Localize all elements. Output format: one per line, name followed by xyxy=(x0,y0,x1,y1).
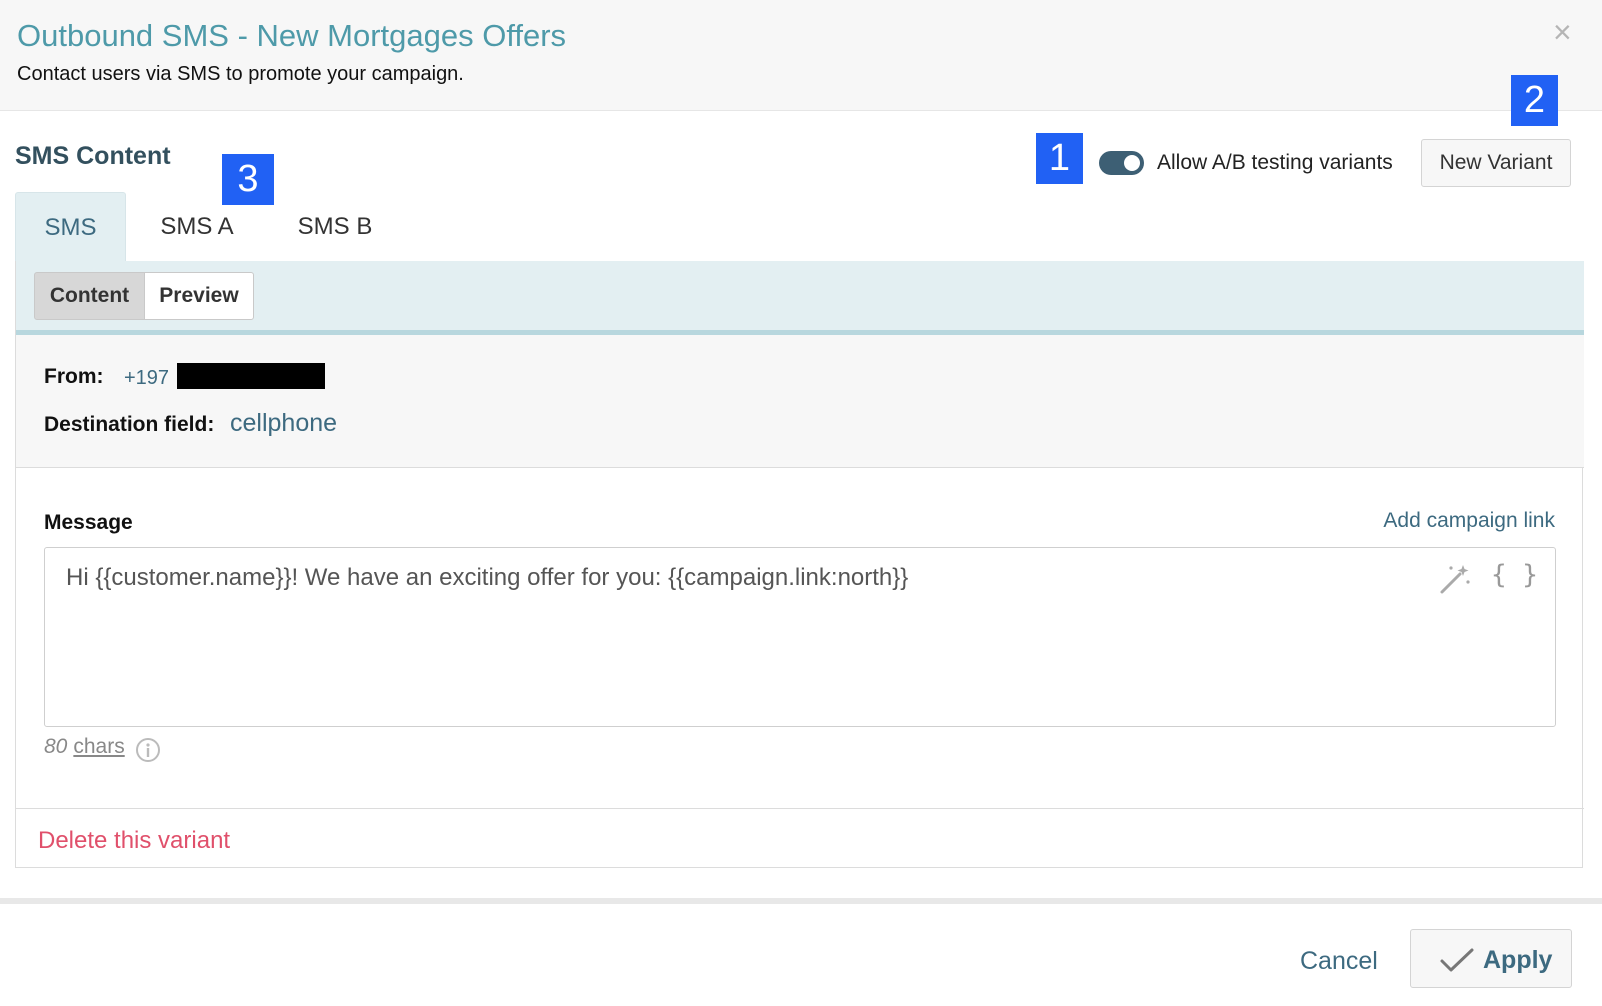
apply-button[interactable]: Apply xyxy=(1410,929,1572,988)
tab-sms[interactable]: SMS xyxy=(15,192,126,262)
close-icon[interactable]: × xyxy=(1553,16,1572,48)
section-title: SMS Content xyxy=(15,142,171,170)
info-icon[interactable] xyxy=(135,737,161,763)
dialog-subtitle: Contact users via SMS to promote your ca… xyxy=(17,63,464,85)
sender-info: From: +197 Destination field: cellphone xyxy=(16,335,1584,468)
destination-value[interactable]: cellphone xyxy=(230,409,337,438)
redaction-box xyxy=(177,363,325,389)
dialog-title: Outbound SMS - New Mortgages Offers xyxy=(17,18,567,53)
from-value: +197 xyxy=(124,367,170,389)
tab-sms-b[interactable]: SMS B xyxy=(280,192,390,262)
cancel-button[interactable]: Cancel xyxy=(1300,947,1378,976)
annotation-badge-2: 2 xyxy=(1511,75,1558,126)
ab-testing-toggle[interactable] xyxy=(1099,151,1144,175)
braces-icon[interactable]: { } xyxy=(1491,560,1538,590)
toggle-knob xyxy=(1124,155,1140,171)
destination-label: Destination field: xyxy=(44,413,215,436)
delete-row: Delete this variant xyxy=(16,808,1584,868)
magic-wand-icon[interactable] xyxy=(1438,562,1472,596)
char-counter: 80 chars xyxy=(44,735,125,759)
message-textarea[interactable]: Hi {{customer.name}}! We have an excitin… xyxy=(44,547,1556,727)
add-campaign-link[interactable]: Add campaign link xyxy=(1383,509,1555,533)
message-text: Hi {{customer.name}}! We have an excitin… xyxy=(66,564,909,591)
new-variant-button[interactable]: New Variant xyxy=(1421,139,1571,187)
footer-divider xyxy=(0,898,1602,904)
check-icon xyxy=(1440,948,1474,972)
ab-testing-label: Allow A/B testing variants xyxy=(1157,151,1393,174)
preview-mode-button[interactable]: Preview xyxy=(144,272,254,320)
char-count: 80 xyxy=(44,735,68,758)
apply-label: Apply xyxy=(1483,946,1553,974)
char-unit: chars xyxy=(73,735,125,758)
annotation-badge-1: 1 xyxy=(1036,133,1083,184)
variant-panel: Content Preview From: +197 Destination f… xyxy=(15,261,1584,868)
content-mode-button[interactable]: Content xyxy=(34,272,145,320)
dialog-header: Outbound SMS - New Mortgages Offers Cont… xyxy=(0,0,1602,111)
message-label: Message xyxy=(44,511,133,534)
editor-toolbar: Content Preview xyxy=(16,261,1584,335)
delete-variant-link[interactable]: Delete this variant xyxy=(38,827,230,855)
tab-sms-a[interactable]: SMS A xyxy=(142,192,252,262)
from-label: From: xyxy=(44,365,104,388)
